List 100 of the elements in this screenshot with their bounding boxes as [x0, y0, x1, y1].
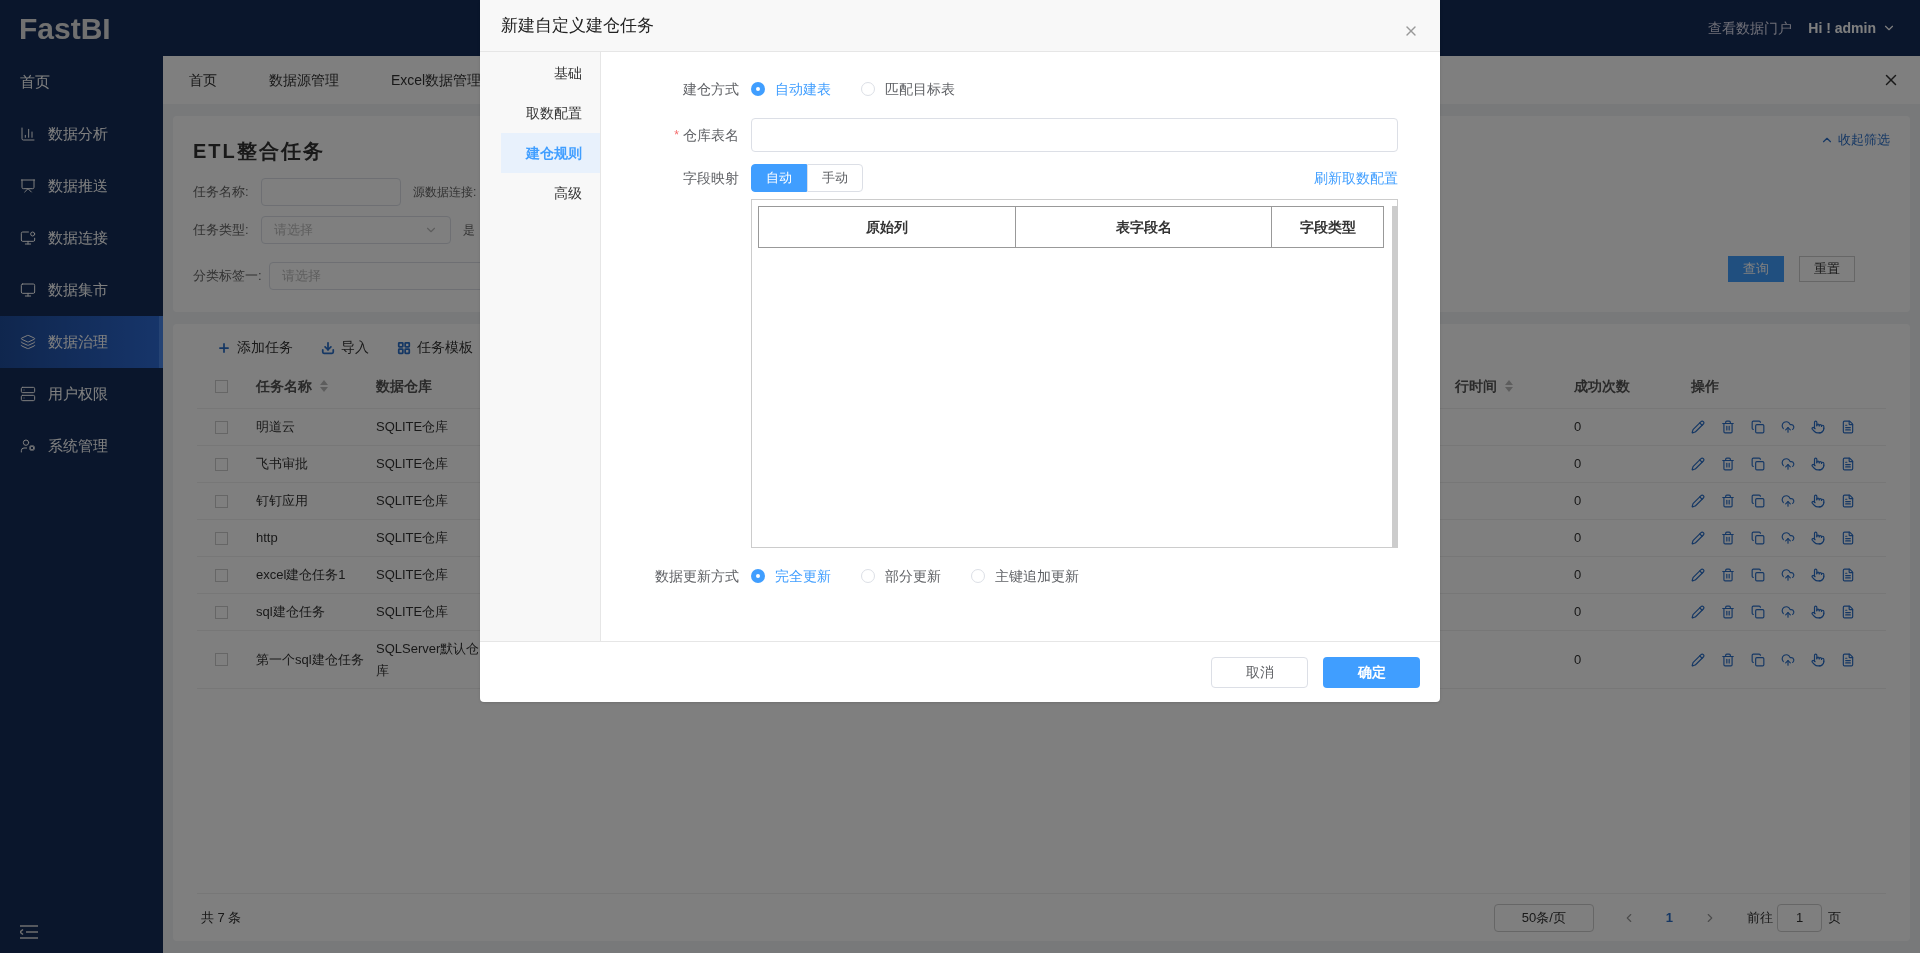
delete-icon[interactable]	[1721, 531, 1735, 545]
hand-pointer-icon[interactable]	[1811, 605, 1825, 619]
dialog-nav-item[interactable]: 取数配置	[501, 93, 600, 133]
edit-icon[interactable]	[1691, 420, 1705, 434]
delete-icon[interactable]	[1721, 568, 1735, 582]
portal-link[interactable]: 查看数据门户	[1708, 17, 1793, 39]
copy-icon[interactable]	[1751, 457, 1765, 471]
sidebar-item[interactable]: 用户权限	[0, 368, 163, 420]
mapping-mode-button[interactable]: 手动	[807, 164, 863, 192]
dialog-nav-item[interactable]: 建仓规则	[501, 133, 600, 173]
user-menu[interactable]: Hi ! admin	[1808, 17, 1896, 39]
page-number[interactable]: 1	[1665, 907, 1673, 928]
goto-page-field[interactable]: 1	[1777, 903, 1822, 932]
sidebar-item[interactable]: 数据分析	[0, 108, 163, 160]
dialog-nav-item[interactable]: 高级	[501, 173, 600, 213]
toolbar-button[interactable]: 任务模板	[397, 337, 473, 358]
checkbox[interactable]	[215, 653, 228, 666]
edit-icon[interactable]	[1691, 531, 1705, 545]
delete-icon[interactable]	[1721, 457, 1735, 471]
page-tab[interactable]: 首页	[189, 69, 217, 91]
cloud-upload-icon[interactable]	[1781, 531, 1795, 545]
sidebar-item[interactable]: 首页	[0, 56, 163, 108]
cloud-upload-icon[interactable]	[1781, 652, 1795, 667]
toolbar-button[interactable]: 导入	[321, 337, 369, 358]
delete-icon[interactable]	[1721, 494, 1735, 508]
page-tab[interactable]: 数据源管理	[269, 69, 339, 91]
radio-icon[interactable]	[971, 569, 985, 583]
document-icon[interactable]	[1841, 420, 1855, 434]
document-icon[interactable]	[1841, 457, 1855, 471]
sort-icon[interactable]	[1505, 380, 1513, 392]
hand-pointer-icon[interactable]	[1811, 420, 1825, 434]
copy-icon[interactable]	[1751, 494, 1765, 508]
hand-pointer-icon[interactable]	[1811, 457, 1825, 471]
edit-icon[interactable]	[1691, 652, 1705, 667]
dialog-nav-item[interactable]: 基础	[501, 53, 600, 93]
radio-icon[interactable]	[861, 569, 875, 583]
radio-option[interactable]: 主键追加更新	[971, 565, 1079, 587]
checkbox[interactable]	[215, 605, 228, 619]
hand-pointer-icon[interactable]	[1811, 568, 1825, 582]
checkbox[interactable]	[215, 379, 228, 393]
collapse-filter-link[interactable]: 收起筛选	[1820, 130, 1890, 150]
radio-option[interactable]: 部分更新	[861, 565, 941, 587]
menu-collapse-icon[interactable]	[20, 925, 38, 939]
checkbox[interactable]	[215, 531, 228, 545]
document-icon[interactable]	[1841, 531, 1855, 545]
mapping-mode-button[interactable]: 自动	[751, 164, 807, 192]
hand-pointer-icon[interactable]	[1811, 652, 1825, 667]
refresh-config-link[interactable]: 刷新取数配置	[1314, 167, 1398, 189]
radio-icon[interactable]	[861, 82, 875, 96]
delete-icon[interactable]	[1721, 652, 1735, 667]
delete-icon[interactable]	[1721, 420, 1735, 434]
document-icon[interactable]	[1841, 568, 1855, 582]
hand-pointer-icon[interactable]	[1811, 494, 1825, 508]
reset-button[interactable]: 重置	[1799, 256, 1855, 282]
sidebar-item[interactable]: 数据集市	[0, 264, 163, 316]
monitor-icon	[20, 282, 36, 298]
table-cell-text: 0	[1574, 492, 1582, 511]
copy-icon[interactable]	[1751, 605, 1765, 619]
sidebar-item[interactable]: 系统管理	[0, 420, 163, 472]
confirm-button[interactable]: 确定	[1323, 656, 1420, 688]
document-icon[interactable]	[1841, 494, 1855, 508]
column-header: 任务名称	[256, 376, 312, 396]
hand-pointer-icon[interactable]	[1811, 531, 1825, 545]
radio-icon[interactable]	[751, 82, 765, 96]
cloud-upload-icon[interactable]	[1781, 457, 1795, 471]
edit-icon[interactable]	[1691, 605, 1705, 619]
copy-icon[interactable]	[1751, 568, 1765, 582]
page-size-select[interactable]: 50条/页	[1493, 903, 1594, 932]
copy-icon[interactable]	[1751, 420, 1765, 434]
edit-icon[interactable]	[1691, 494, 1705, 508]
cloud-upload-icon[interactable]	[1781, 568, 1795, 582]
document-icon[interactable]	[1841, 605, 1855, 619]
table-cell-text: 0	[1574, 529, 1582, 548]
checkbox[interactable]	[215, 457, 228, 471]
sidebar-item[interactable]: 数据推送	[0, 160, 163, 212]
scrollbar[interactable]	[1392, 206, 1397, 547]
cloud-upload-icon[interactable]	[1781, 494, 1795, 508]
copy-icon[interactable]	[1751, 531, 1765, 545]
document-icon[interactable]	[1841, 652, 1855, 667]
cancel-button[interactable]: 取消	[1211, 656, 1308, 688]
form-label: 仓库表名	[683, 125, 739, 145]
radio-icon[interactable]	[751, 569, 765, 583]
toolbar-button[interactable]: 添加任务	[217, 337, 293, 358]
cloud-upload-icon[interactable]	[1781, 605, 1795, 619]
sidebar-item[interactable]: 数据连接	[0, 212, 163, 264]
checkbox[interactable]	[215, 420, 228, 434]
sidebar-item[interactable]: 数据治理	[0, 316, 163, 368]
page-tab[interactable]: Excel数据管理	[391, 69, 482, 91]
radio-option[interactable]: 匹配目标表	[861, 78, 955, 100]
input-field[interactable]	[751, 118, 1398, 152]
sort-icon[interactable]	[320, 380, 328, 392]
edit-icon[interactable]	[1691, 568, 1705, 582]
radio-option[interactable]: 自动建表	[751, 78, 831, 100]
checkbox[interactable]	[215, 568, 228, 582]
cloud-upload-icon[interactable]	[1781, 420, 1795, 434]
checkbox[interactable]	[215, 494, 228, 508]
delete-icon[interactable]	[1721, 605, 1735, 619]
copy-icon[interactable]	[1751, 652, 1765, 667]
radio-option[interactable]: 完全更新	[751, 565, 831, 587]
edit-icon[interactable]	[1691, 457, 1705, 471]
